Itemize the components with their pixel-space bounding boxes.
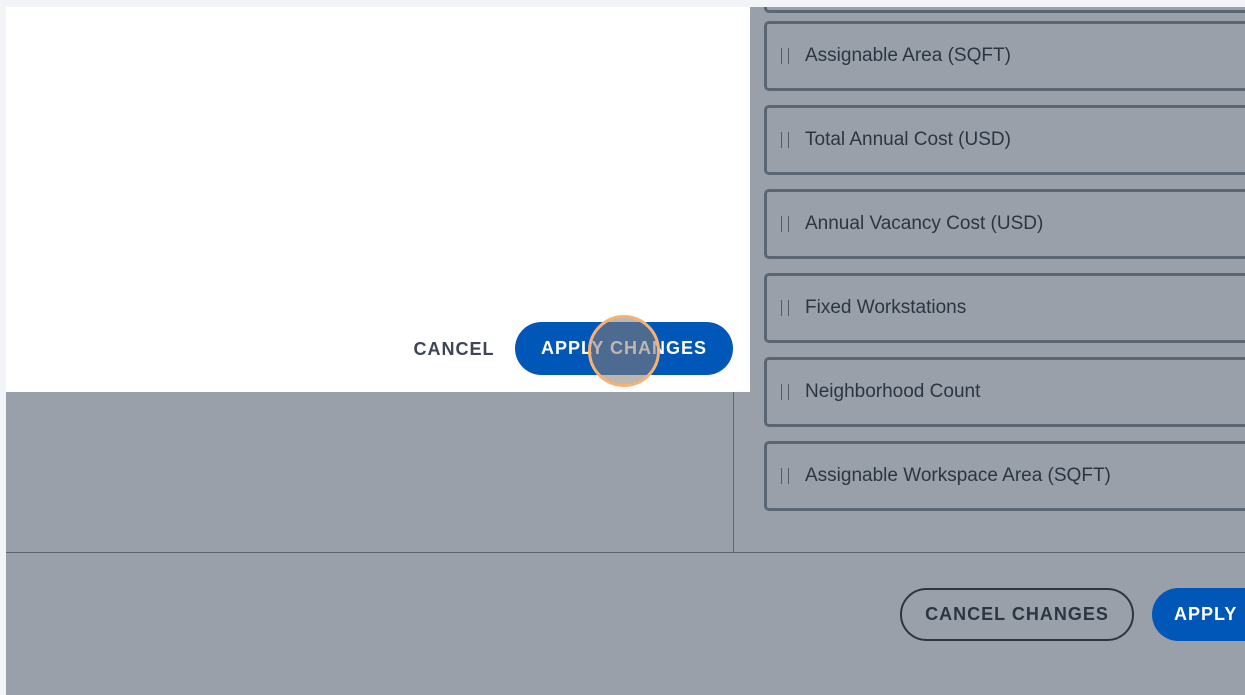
column-item[interactable]: Total Annual Cost (USD) (764, 105, 1245, 175)
column-item-label: Assignable Area (SQFT) (805, 45, 1011, 66)
drag-handle-icon[interactable] (781, 300, 789, 316)
column-item[interactable]: Assignable Area (SQFT) (764, 21, 1245, 91)
modal-backdrop: Assignable Area (SQFT) Total Annual Cost… (6, 7, 1245, 695)
dialog-cancel-button[interactable]: CANCEL (394, 323, 514, 375)
apply-button[interactable]: APPLY (1152, 588, 1245, 641)
column-item[interactable]: Neighborhood Count (764, 357, 1245, 427)
column-item[interactable]: Fixed Workstations (764, 273, 1245, 343)
column-item-label: Neighborhood Count (805, 381, 981, 402)
drag-handle-icon[interactable] (781, 216, 789, 232)
column-item-label: Fixed Workstations (805, 297, 967, 318)
column-item[interactable]: Assignable Workspace Area (SQFT) (764, 441, 1245, 511)
column-list: Assignable Area (SQFT) Total Annual Cost… (764, 7, 1245, 552)
column-item-label: Total Annual Cost (USD) (805, 129, 1011, 150)
footer-divider (6, 552, 1245, 553)
drag-handle-icon[interactable] (781, 48, 789, 64)
drag-handle-icon[interactable] (781, 384, 789, 400)
column-item[interactable]: Annual Vacancy Cost (USD) (764, 189, 1245, 259)
dialog-apply-changes-button[interactable]: APPLY CHANGES (515, 322, 733, 375)
drag-handle-icon[interactable] (781, 132, 789, 148)
column-item-partial[interactable] (764, 7, 1245, 13)
column-item-label: Assignable Workspace Area (SQFT) (805, 465, 1111, 486)
column-item-label: Annual Vacancy Cost (USD) (805, 213, 1044, 234)
cancel-changes-button[interactable]: CANCEL CHANGES (900, 588, 1134, 641)
confirm-dialog: CANCEL APPLY CHANGES (6, 7, 750, 392)
drag-handle-icon[interactable] (781, 468, 789, 484)
